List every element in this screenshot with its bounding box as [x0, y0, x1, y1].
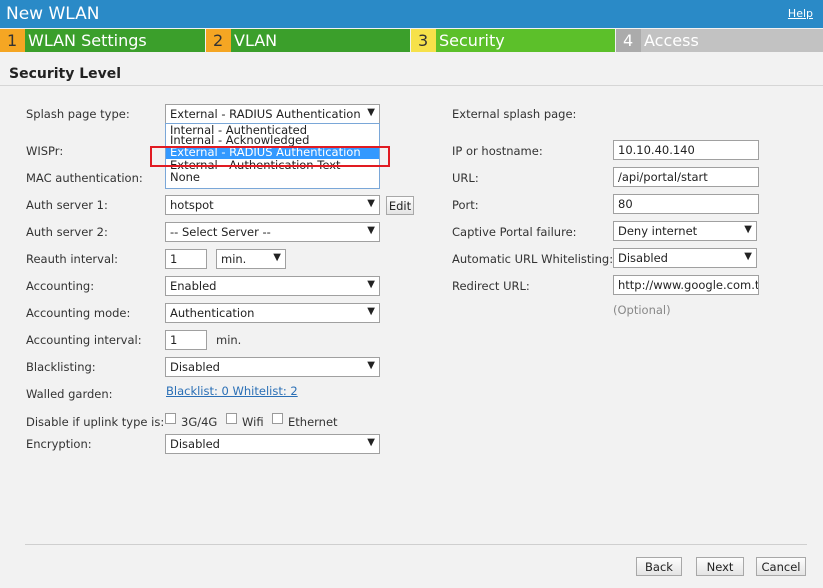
reauth-interval-label: Reauth interval:: [26, 252, 119, 266]
redirect-url-input[interactable]: http://www.google.com.tr: [613, 275, 759, 295]
splash-page-type-label: Splash page type:: [26, 107, 130, 121]
automatic-url-whitelisting-value: Disabled: [618, 251, 668, 265]
splash-page-type-options[interactable]: Internal - Authenticated Internal - Ackn…: [165, 123, 380, 189]
url-input[interactable]: /api/portal/start: [613, 167, 759, 187]
step-number: 3: [411, 29, 436, 52]
auth-server-2-select[interactable]: -- Select Server -- ▼: [165, 222, 380, 242]
encryption-label: Encryption:: [26, 437, 92, 451]
uplink-wifi-label: Wifi: [242, 415, 264, 429]
uplink-type-label: Disable if uplink type is:: [26, 415, 165, 429]
chevron-down-icon: ▼: [367, 360, 375, 371]
section-divider: [0, 85, 823, 86]
step-label: WLAN Settings: [28, 31, 147, 50]
accounting-label: Accounting:: [26, 279, 95, 293]
auth-server-1-label: Auth server 1:: [26, 198, 108, 212]
auth-server-2-label: Auth server 2:: [26, 225, 108, 239]
step-access[interactable]: 4 Access: [616, 29, 823, 52]
port-input[interactable]: 80: [613, 194, 759, 214]
chevron-down-icon: ▼: [367, 225, 375, 236]
step-label: Access: [644, 31, 699, 50]
step-number: 2: [206, 29, 231, 52]
captive-portal-failure-label: Captive Portal failure:: [452, 225, 577, 239]
step-number: 1: [0, 29, 25, 52]
uplink-3g4g-checkbox[interactable]: [165, 413, 176, 424]
accounting-mode-value: Authentication: [170, 306, 255, 320]
blacklisting-label: Blacklisting:: [26, 360, 96, 374]
captive-portal-failure-value: Deny internet: [618, 224, 698, 238]
step-label: Security: [439, 31, 505, 50]
chevron-down-icon: ▼: [367, 306, 375, 317]
next-button[interactable]: Next: [696, 557, 744, 576]
accounting-mode-select[interactable]: Authentication ▼: [165, 303, 380, 323]
wizard-steps: 1 WLAN Settings 2 VLAN 3 Security 4 Acce…: [0, 29, 823, 52]
accounting-interval-input[interactable]: 1: [165, 330, 207, 350]
splash-page-type-value: External - RADIUS Authentication: [170, 107, 361, 121]
blacklisting-value: Disabled: [170, 360, 220, 374]
accounting-mode-label: Accounting mode:: [26, 306, 131, 320]
external-splash-page-label: External splash page:: [452, 107, 577, 121]
ip-hostname-label: IP or hostname:: [452, 144, 543, 158]
chevron-down-icon: ▼: [744, 224, 752, 235]
accounting-select[interactable]: Enabled ▼: [165, 276, 380, 296]
step-vlan[interactable]: 2 VLAN: [206, 29, 410, 52]
cancel-button[interactable]: Cancel: [756, 557, 806, 576]
splash-option[interactable]: None: [166, 171, 379, 184]
chevron-down-icon: ▼: [273, 252, 281, 263]
step-wlan-settings[interactable]: 1 WLAN Settings: [0, 29, 205, 52]
accounting-interval-label: Accounting interval:: [26, 333, 142, 347]
automatic-url-whitelisting-label: Automatic URL Whitelisting:: [452, 252, 614, 266]
walled-garden-link[interactable]: Blacklist: 0 Whitelist: 2: [166, 384, 298, 398]
window-title-bar: New WLAN Help: [0, 0, 823, 28]
auth-server-1-select[interactable]: hotspot ▼: [165, 195, 380, 215]
help-link[interactable]: Help: [788, 7, 813, 20]
edit-button[interactable]: Edit: [386, 196, 414, 215]
ip-hostname-input[interactable]: 10.10.40.140: [613, 140, 759, 160]
uplink-ethernet-checkbox[interactable]: [272, 413, 283, 424]
uplink-3g4g-label: 3G/4G: [181, 415, 218, 429]
encryption-value: Disabled: [170, 437, 220, 451]
back-button[interactable]: Back: [636, 557, 682, 576]
splash-page-type-select[interactable]: External - RADIUS Authentication ▼: [165, 104, 380, 124]
reauth-unit-value: min.: [221, 252, 247, 266]
chevron-down-icon: ▼: [367, 107, 375, 118]
captive-portal-failure-select[interactable]: Deny internet ▼: [613, 221, 757, 241]
auth-server-1-value: hotspot: [170, 198, 214, 212]
reauth-unit-select[interactable]: min. ▼: [216, 249, 286, 269]
redirect-url-label: Redirect URL:: [452, 279, 530, 293]
footer-divider: [25, 544, 807, 545]
mac-authentication-label: MAC authentication:: [26, 171, 143, 185]
reauth-interval-input[interactable]: 1: [165, 249, 207, 269]
url-label: URL:: [452, 171, 479, 185]
wispr-label: WISPr:: [26, 144, 64, 158]
auth-server-2-value: -- Select Server --: [170, 225, 271, 239]
splash-option-selected[interactable]: External - RADIUS Authentication: [166, 146, 379, 159]
section-title: Security Level: [9, 66, 122, 82]
step-label: VLAN: [234, 31, 278, 50]
step-number: 4: [616, 29, 641, 52]
uplink-ethernet-label: Ethernet: [288, 415, 338, 429]
port-label: Port:: [452, 198, 479, 212]
encryption-select[interactable]: Disabled ▼: [165, 434, 380, 454]
chevron-down-icon: ▼: [744, 251, 752, 262]
uplink-wifi-checkbox[interactable]: [226, 413, 237, 424]
chevron-down-icon: ▼: [367, 279, 375, 290]
accounting-interval-unit: min.: [216, 333, 242, 347]
blacklisting-select[interactable]: Disabled ▼: [165, 357, 380, 377]
step-security[interactable]: 3 Security: [411, 29, 615, 52]
chevron-down-icon: ▼: [367, 198, 375, 209]
accounting-value: Enabled: [170, 279, 217, 293]
window-title: New WLAN: [6, 4, 100, 24]
optional-hint: (Optional): [613, 303, 671, 317]
automatic-url-whitelisting-select[interactable]: Disabled ▼: [613, 248, 757, 268]
walled-garden-label: Walled garden:: [26, 387, 113, 401]
chevron-down-icon: ▼: [367, 437, 375, 448]
